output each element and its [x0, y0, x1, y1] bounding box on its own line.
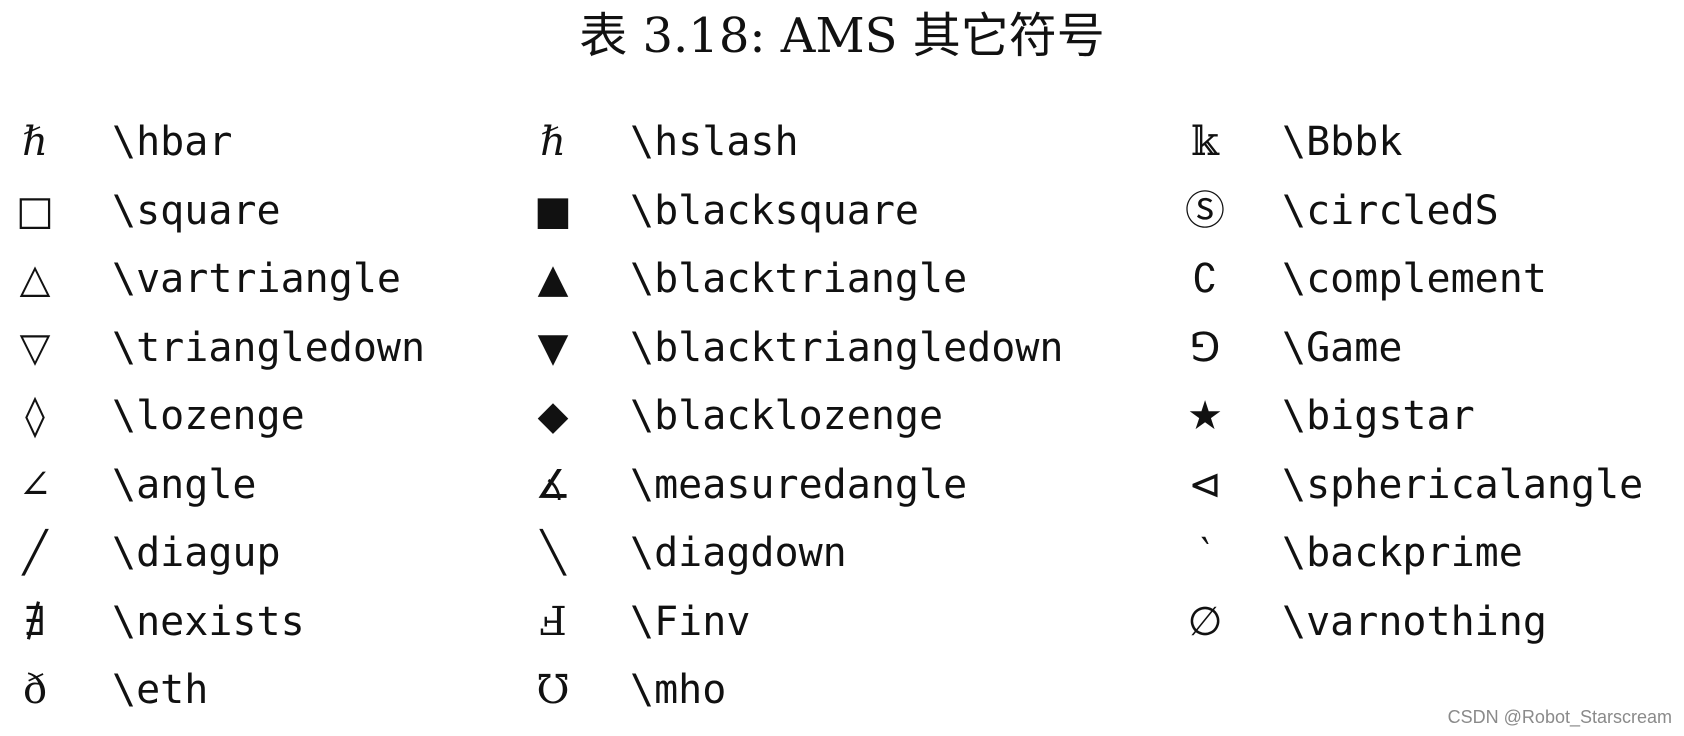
- symbol-row: ■ \blacksquare: [518, 177, 1063, 246]
- command-label: \bigstar: [1282, 393, 1475, 440]
- symbol-row: ∠ \angle: [0, 451, 425, 520]
- command-label: \lozenge: [112, 393, 305, 440]
- diagup-icon: ╱: [22, 530, 48, 577]
- finv-icon: Ⅎ: [539, 598, 567, 645]
- square-icon: □: [16, 187, 54, 234]
- command-label: \varnothing: [1282, 598, 1547, 645]
- command-label: \hbar: [112, 119, 233, 166]
- command-label: \complement: [1282, 256, 1547, 303]
- command-label: \hslash: [630, 119, 799, 166]
- symbol-row: ★ \bigstar: [1170, 382, 1643, 451]
- triangledown-icon: ▽: [19, 324, 51, 371]
- symbol-row: ℏ \hbar: [0, 108, 425, 177]
- bbbk-icon: 𝕜: [1191, 119, 1219, 166]
- nexists-icon: ∄: [24, 598, 46, 645]
- command-label: \square: [112, 187, 281, 234]
- symbol-row: ◆ \blacklozenge: [518, 382, 1063, 451]
- blacksquare-icon: ■: [534, 187, 572, 234]
- command-label: \blacktriangledown: [630, 324, 1064, 371]
- sphericalangle-icon: ⊲: [1188, 461, 1222, 508]
- symbol-row: ‵ \backprime: [1170, 519, 1643, 588]
- symbol-column-3: 𝕜 \Bbbk Ⓢ \circledS ∁ \complement ⅁ \Gam…: [1170, 108, 1643, 656]
- command-label: \measuredangle: [630, 461, 968, 508]
- symbol-row: ð \eth: [0, 656, 425, 725]
- command-label: \mho: [630, 667, 727, 714]
- backprime-icon: ‵: [1200, 530, 1210, 577]
- watermark: CSDN @Robot_Starscream: [1447, 707, 1672, 727]
- command-label: \angle: [112, 461, 257, 508]
- symbol-row: ⊲ \sphericalangle: [1170, 451, 1643, 520]
- command-label: \backprime: [1282, 530, 1523, 577]
- symbol-row: ℏ \hslash: [518, 108, 1063, 177]
- symbol-row: △ \vartriangle: [0, 245, 425, 314]
- hbar-icon: ℏ: [22, 119, 48, 166]
- command-label: \blacklozenge: [630, 393, 944, 440]
- angle-icon: ∠: [18, 461, 52, 508]
- symbol-row: ◊ \lozenge: [0, 382, 425, 451]
- symbol-row: ⅁ \Game: [1170, 314, 1643, 383]
- symbol-row: ╲ \diagdown: [518, 519, 1063, 588]
- vartriangle-icon: △: [19, 256, 51, 303]
- measuredangle-icon: ∡: [535, 461, 571, 508]
- symbol-row: ▲ \blacktriangle: [518, 245, 1063, 314]
- command-label: \vartriangle: [112, 256, 401, 303]
- symbol-column-1: ℏ \hbar □ \square △ \vartriangle ▽ \tria…: [0, 108, 425, 725]
- command-label: \Bbbk: [1282, 119, 1403, 166]
- varnothing-icon: ∅: [1187, 598, 1223, 645]
- command-label: \Game: [1282, 324, 1403, 371]
- command-label: \circledS: [1282, 187, 1499, 234]
- symbol-row: ▼ \blacktriangledown: [518, 314, 1064, 383]
- complement-icon: ∁: [1192, 256, 1218, 303]
- circleds-icon: Ⓢ: [1185, 187, 1225, 234]
- symbol-row: 𝕜 \Bbbk: [1170, 108, 1643, 177]
- blacktriangle-icon: ▲: [537, 256, 569, 303]
- symbol-row: Ⓢ \circledS: [1170, 177, 1643, 246]
- symbol-row: ℧ \mho: [518, 656, 1063, 725]
- symbol-row: ∁ \complement: [1170, 245, 1643, 314]
- symbol-row: ∄ \nexists: [0, 588, 425, 657]
- command-label: \blacksquare: [630, 187, 919, 234]
- command-label: \triangledown: [112, 324, 426, 371]
- symbol-row: Ⅎ \Finv: [518, 588, 1063, 657]
- symbol-column-2: ℏ \hslash ■ \blacksquare ▲ \blacktriangl…: [518, 108, 1063, 725]
- command-label: \nexists: [112, 598, 305, 645]
- hslash-icon: ℏ: [540, 119, 566, 166]
- command-label: \diagdown: [630, 530, 847, 577]
- mho-icon: ℧: [536, 667, 570, 714]
- command-label: \blacktriangle: [630, 256, 968, 303]
- table-caption: 表 3.18: AMS 其它符号: [579, 8, 1105, 64]
- command-label: \diagup: [112, 530, 281, 577]
- symbol-row: □ \square: [0, 177, 425, 246]
- diagdown-icon: ╲: [540, 530, 566, 577]
- blacktriangledown-icon: ▼: [537, 324, 569, 371]
- command-label: \Finv: [630, 598, 751, 645]
- symbol-row: ╱ \diagup: [0, 519, 425, 588]
- lozenge-icon: ◊: [25, 393, 45, 440]
- symbol-row: ∡ \measuredangle: [518, 451, 1063, 520]
- blacklozenge-icon: ◆: [537, 393, 569, 440]
- command-label: \sphericalangle: [1282, 461, 1644, 508]
- symbol-row: ∅ \varnothing: [1170, 588, 1643, 657]
- game-icon: ⅁: [1189, 324, 1221, 371]
- bigstar-icon: ★: [1187, 393, 1223, 440]
- command-label: \eth: [112, 667, 209, 714]
- symbol-row: ▽ \triangledown: [0, 314, 425, 383]
- eth-icon: ð: [22, 667, 48, 714]
